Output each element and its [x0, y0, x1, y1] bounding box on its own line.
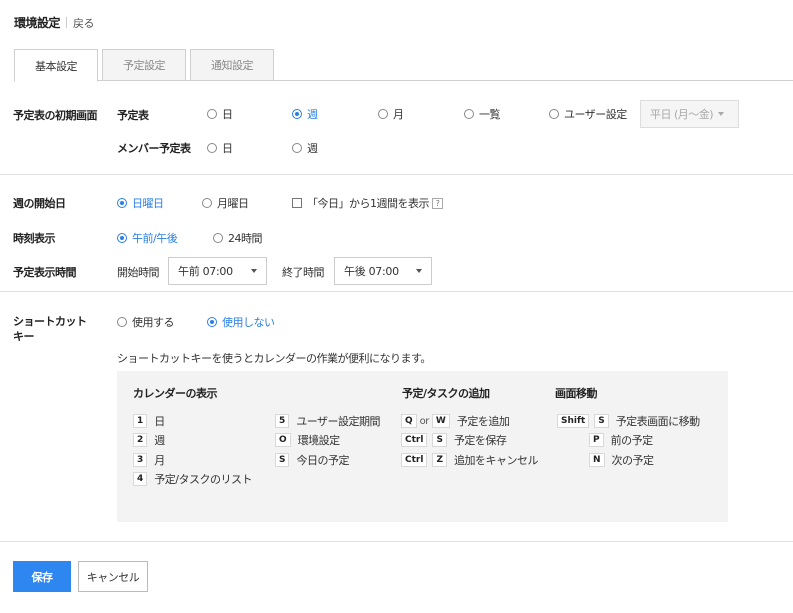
shortcut-key: 3	[133, 453, 148, 467]
shortcut-key: 2	[133, 433, 148, 447]
end-time-label: 終了時間	[282, 266, 325, 279]
shortcut-row: Ctrl Z 追加をキャンセル	[401, 452, 538, 468]
shortcut-row: 4 予定/タスクのリスト	[133, 471, 252, 487]
schedule-view-custom-radio[interactable]: ユーザー設定	[549, 106, 627, 122]
tabs-divider	[14, 80, 793, 81]
section-divider	[0, 291, 793, 292]
schedule-time-label: 予定表示時間	[13, 266, 77, 279]
calendar-view-heading: カレンダーの表示	[133, 387, 218, 400]
page-header: 環境設定 戻る	[14, 14, 95, 31]
start-time-label: 開始時間	[117, 266, 160, 279]
tab-schedule-settings[interactable]: 予定設定	[102, 49, 186, 81]
shortcut-description: ショートカットキーを使うとカレンダーの作業が便利になります。	[117, 352, 431, 365]
week-start-sunday-radio[interactable]: 日曜日	[117, 195, 164, 211]
radio-checked-icon	[207, 317, 217, 327]
shortcut-key: N	[589, 453, 605, 467]
radio-icon	[202, 198, 212, 208]
navigation-heading: 画面移動	[555, 387, 598, 400]
end-time-select[interactable]: 午後 07:00	[334, 257, 432, 285]
chevron-down-icon	[718, 112, 725, 116]
time-display-ampm-radio[interactable]: 午前/午後	[117, 230, 178, 246]
header-divider	[66, 17, 68, 28]
shortcut-row: P 前の予定	[589, 432, 653, 448]
schedule-view-day-radio[interactable]: 日	[207, 106, 233, 122]
member-schedule-sublabel: メンバー予定表	[117, 142, 191, 155]
chevron-down-icon	[416, 269, 422, 273]
tab-basic-settings[interactable]: 基本設定	[14, 49, 98, 82]
radio-icon	[117, 317, 127, 327]
shortcut-row: S 今日の予定	[275, 452, 349, 468]
shortcut-key: Shift	[557, 414, 590, 428]
shortcut-row: O 環境設定	[275, 432, 340, 448]
add-task-heading: 予定/タスクの追加	[402, 387, 490, 400]
page-title: 環境設定	[14, 16, 61, 30]
radio-icon	[464, 109, 474, 119]
shortcut-row: 1 日	[133, 413, 165, 429]
shortcut-row: 5 ユーザー設定期間	[275, 413, 381, 429]
radio-icon	[292, 143, 302, 153]
shortcut-row: 2 週	[133, 432, 165, 448]
shortcut-row: N 次の予定	[589, 452, 654, 468]
shortcut-key: Q	[401, 414, 417, 428]
shortcut-row: Ctrl S 予定を保存	[401, 432, 507, 448]
radio-checked-icon	[117, 233, 127, 243]
shortcut-key: S	[432, 433, 447, 447]
initial-view-label: 予定表の初期画面	[13, 109, 98, 122]
shortcut-key: S	[275, 453, 290, 467]
help-icon[interactable]: ?	[432, 197, 443, 209]
radio-checked-icon	[292, 109, 302, 119]
schedule-view-month-radio[interactable]: 月	[378, 106, 404, 122]
shortcut-key: O	[275, 433, 291, 447]
schedule-view-week-radio[interactable]: 週	[292, 106, 318, 122]
schedule-view-list-radio[interactable]: 一覧	[464, 106, 501, 122]
section-divider	[0, 174, 793, 175]
radio-icon	[549, 109, 559, 119]
shortcut-reference-panel: カレンダーの表示 予定/タスクの追加 画面移動 1 日 2 週 3 月 4 予定…	[117, 371, 728, 522]
cancel-button[interactable]: キャンセル	[78, 561, 148, 592]
week-start-monday-radio[interactable]: 月曜日	[202, 195, 249, 211]
shortcut-key: Z	[432, 453, 447, 467]
footer-divider	[0, 541, 793, 542]
week-start-label: 週の開始日	[13, 197, 66, 210]
week-from-today-checkbox[interactable]: 「今日」から1週間を表示 ?	[292, 195, 443, 211]
member-view-week-radio[interactable]: 週	[292, 140, 318, 156]
shortcut-key: Ctrl	[401, 453, 428, 467]
shortcut-label: ショートカット キー	[13, 315, 87, 343]
checkbox-icon	[292, 198, 302, 208]
radio-icon	[378, 109, 388, 119]
time-display-24h-radio[interactable]: 24時間	[213, 230, 263, 246]
user-setting-period-select[interactable]: 平日 (月～金)	[640, 100, 739, 128]
radio-icon	[213, 233, 223, 243]
member-view-day-radio[interactable]: 日	[207, 140, 233, 156]
shortcut-row: 3 月	[133, 452, 165, 468]
radio-checked-icon	[117, 198, 127, 208]
schedule-sublabel: 予定表	[117, 109, 149, 122]
shortcut-enable-radio[interactable]: 使用する	[117, 314, 175, 330]
shortcut-key: Ctrl	[401, 433, 428, 447]
shortcut-key: 4	[133, 472, 148, 486]
shortcut-disable-radio[interactable]: 使用しない	[207, 314, 275, 330]
radio-icon	[207, 143, 217, 153]
time-display-label: 時刻表示	[13, 232, 56, 245]
shortcut-row: Shift S 予定表画面に移動	[557, 413, 700, 429]
shortcut-key: 1	[133, 414, 148, 428]
save-button[interactable]: 保存	[13, 561, 71, 592]
shortcut-row: Q or W 予定を追加	[401, 413, 510, 429]
settings-tabs: 基本設定 予定設定 通知設定	[14, 49, 278, 82]
radio-icon	[207, 109, 217, 119]
tab-notification-settings[interactable]: 通知設定	[190, 49, 274, 81]
back-link[interactable]: 戻る	[73, 15, 95, 31]
shortcut-key: 5	[275, 414, 290, 428]
shortcut-key: S	[594, 414, 609, 428]
chevron-down-icon	[251, 269, 257, 273]
start-time-select[interactable]: 午前 07:00	[168, 257, 267, 285]
shortcut-key: W	[431, 414, 450, 428]
shortcut-key: P	[589, 433, 604, 447]
